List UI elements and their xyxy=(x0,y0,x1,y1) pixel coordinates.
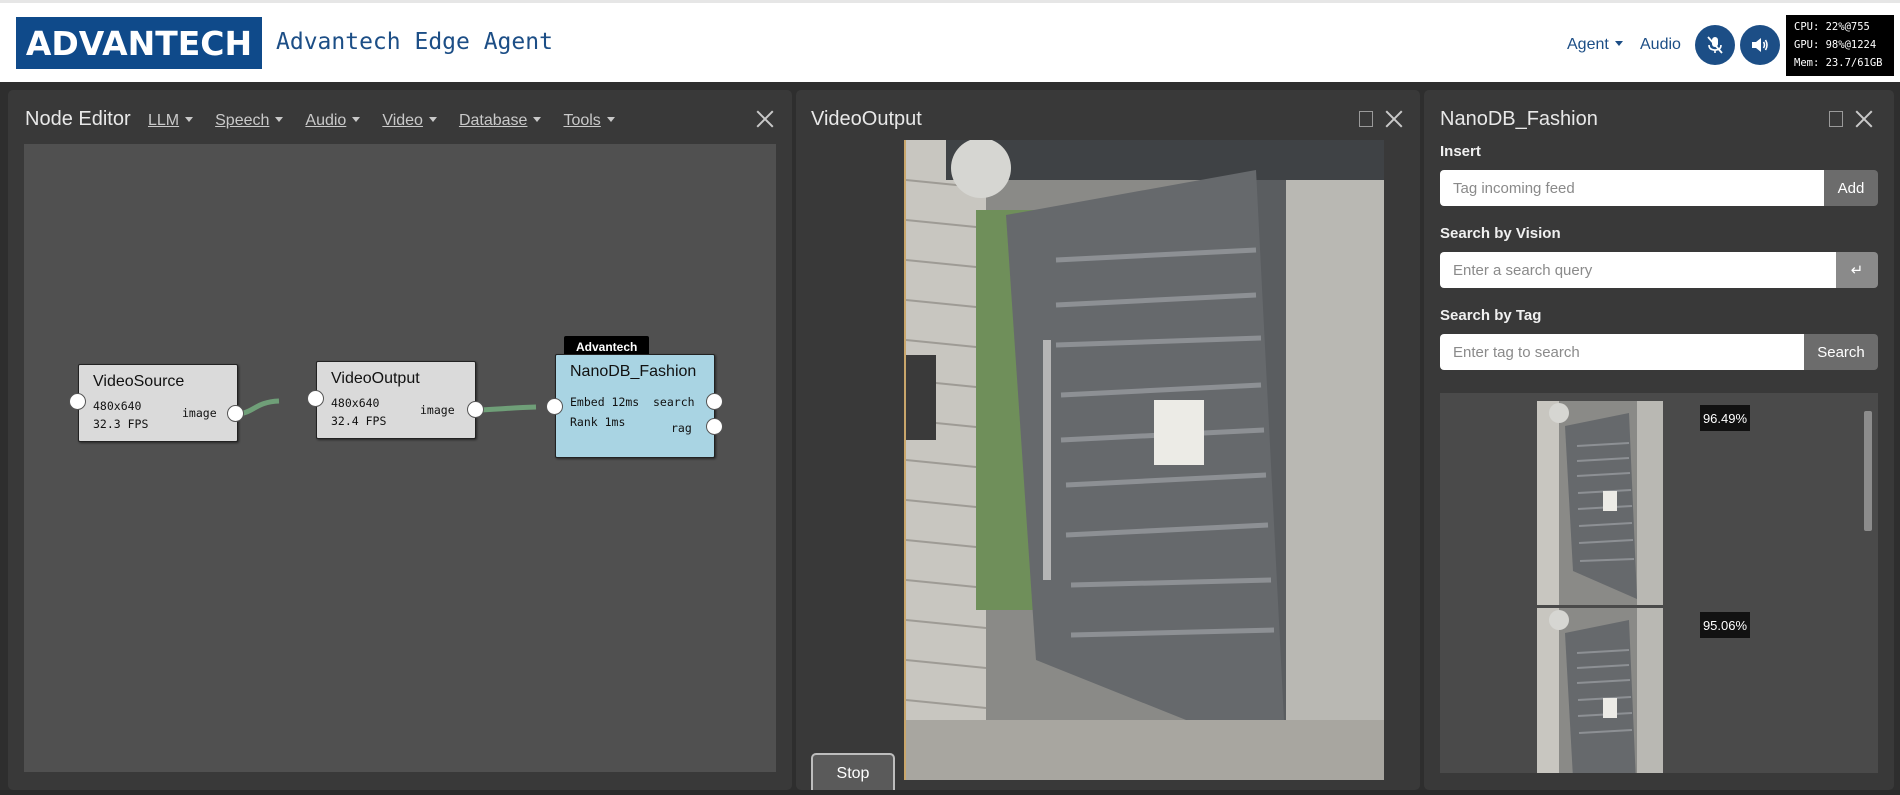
mic-mute-button[interactable] xyxy=(1695,25,1735,65)
node-resolution: 480x640 xyxy=(331,396,380,410)
node-output-search-label: search xyxy=(653,395,695,409)
node-videooutput[interactable]: VideoOutput 480x640 32.4 FPS image xyxy=(316,361,476,439)
result-score: 95.06% xyxy=(1700,612,1750,638)
input-port[interactable] xyxy=(307,390,324,407)
output-port[interactable] xyxy=(227,405,244,422)
stop-button[interactable]: Stop xyxy=(811,753,895,795)
node-title: VideoSource xyxy=(93,373,185,390)
cpu-stat: CPU: 22%@755 xyxy=(1794,21,1870,33)
node-output-label: image xyxy=(420,403,455,417)
output-port-rag[interactable] xyxy=(706,418,723,435)
nanodb-panel: NanoDB_Fashion Insert Tag incoming feed … xyxy=(1424,90,1894,790)
speaker-button[interactable] xyxy=(1740,25,1780,65)
vision-query-input[interactable]: Enter a search query xyxy=(1440,252,1836,288)
menu-database[interactable]: Database xyxy=(459,112,542,130)
menu-tools[interactable]: Tools xyxy=(563,112,614,130)
input-port[interactable] xyxy=(546,398,563,415)
video-output-panel: VideoOutput Stop xyxy=(796,90,1420,795)
search-vision-row: Enter a search query ↵ xyxy=(1440,252,1878,288)
close-icon[interactable] xyxy=(754,108,776,130)
search-button[interactable]: Search xyxy=(1804,334,1878,370)
maximize-icon[interactable] xyxy=(1829,111,1843,127)
gpu-stat: GPU: 98%@1224 xyxy=(1794,39,1877,51)
search-tag-row: Enter tag to search Search xyxy=(1440,334,1878,370)
node-resolution: 480x640 xyxy=(93,399,142,413)
agent-menu[interactable]: Agent xyxy=(1567,36,1623,54)
node-videosource[interactable]: VideoSource 480x640 32.3 FPS image xyxy=(78,364,238,442)
node-editor-menu: LLM Speech Audio Video Database Tools xyxy=(148,112,615,130)
insert-label: Insert xyxy=(1440,143,1481,160)
tag-search-input[interactable]: Enter tag to search xyxy=(1440,334,1804,370)
node-output-label: image xyxy=(182,406,217,420)
enter-icon-button[interactable]: ↵ xyxy=(1836,252,1878,288)
insert-row: Tag incoming feed Add xyxy=(1440,170,1878,206)
maximize-icon[interactable] xyxy=(1359,111,1373,127)
tag-feed-input[interactable]: Tag incoming feed xyxy=(1440,170,1824,206)
menu-audio[interactable]: Audio xyxy=(305,112,360,130)
close-icon[interactable] xyxy=(1853,108,1875,130)
speaker-icon xyxy=(1752,38,1768,52)
video-frame-image xyxy=(906,140,1384,780)
menu-speech[interactable]: Speech xyxy=(215,112,283,130)
app-title: Advantech Edge Agent xyxy=(276,29,553,55)
search-tag-label: Search by Tag xyxy=(1440,307,1542,324)
result-image xyxy=(1537,401,1663,605)
top-bar: ADVANTECH Advantech Edge Agent Agent Aud… xyxy=(0,0,1900,82)
node-editor-panel: Node Editor LLM Speech Audio Video Datab… xyxy=(8,90,792,790)
add-button[interactable]: Add xyxy=(1824,170,1878,206)
advantech-logo: ADVANTECH xyxy=(16,17,262,69)
panel-title: Node Editor xyxy=(25,108,131,130)
scrollbar-thumb[interactable] xyxy=(1864,411,1872,531)
node-embed-time: Embed 12ms xyxy=(570,395,640,409)
result-score: 96.49% xyxy=(1700,405,1750,431)
result-thumbnail[interactable] xyxy=(1537,401,1663,605)
node-nanodb-fashion[interactable]: NanoDB_Fashion Embed 12ms Rank 1ms searc… xyxy=(555,354,715,458)
audio-link[interactable]: Audio xyxy=(1640,36,1681,54)
system-stats: CPU: 22%@755 GPU: 98%@1224 Mem: 23.7/61G… xyxy=(1786,15,1894,76)
mem-stat: Mem: 23.7/61GB xyxy=(1794,57,1883,69)
search-vision-label: Search by Vision xyxy=(1440,225,1561,242)
menu-llm[interactable]: LLM xyxy=(148,112,193,130)
node-title: NanoDB_Fashion xyxy=(570,363,697,380)
video-stream xyxy=(904,140,1384,780)
result-thumbnail[interactable] xyxy=(1537,608,1663,773)
panel-title: VideoOutput xyxy=(811,108,922,130)
node-fps: 32.4 FPS xyxy=(331,414,387,428)
node-title: VideoOutput xyxy=(331,370,420,387)
input-port[interactable] xyxy=(69,393,86,410)
close-icon[interactable] xyxy=(1383,108,1405,130)
node-rank-time: Rank 1ms xyxy=(570,415,626,429)
panel-title: NanoDB_Fashion xyxy=(1440,108,1598,130)
node-canvas[interactable]: VideoSource 480x640 32.3 FPS image Video… xyxy=(24,144,776,772)
search-results[interactable]: 96.49% 95.06% xyxy=(1440,393,1878,773)
node-connections xyxy=(234,398,537,417)
output-port-search[interactable] xyxy=(706,393,723,410)
output-port[interactable] xyxy=(467,401,484,418)
menu-video[interactable]: Video xyxy=(382,112,437,130)
mic-mute-icon xyxy=(1707,36,1723,54)
node-output-rag-label: rag xyxy=(671,421,692,435)
results-scrollbar[interactable] xyxy=(1862,393,1874,773)
bottom-strip xyxy=(0,790,1900,795)
result-image xyxy=(1537,608,1663,773)
node-fps: 32.3 FPS xyxy=(93,417,149,431)
